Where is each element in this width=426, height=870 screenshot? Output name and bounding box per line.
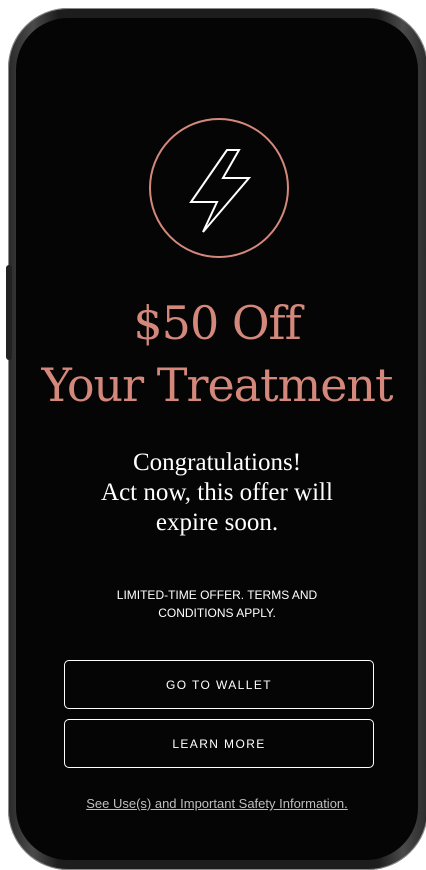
phone-side-button: [6, 265, 12, 360]
learn-more-button[interactable]: LEARN MORE: [64, 719, 374, 768]
app-screen: $50 Off Your Treatment Congratulations! …: [16, 18, 418, 860]
safety-information-link[interactable]: See Use(s) and Important Safety Informat…: [36, 796, 398, 811]
offer-expiry-text: expire soon.: [155, 509, 279, 536]
go-to-wallet-button[interactable]: GO TO WALLET: [64, 660, 374, 709]
offer-badge: [149, 118, 289, 258]
congratulations-text: Congratulations!: [132, 449, 302, 476]
learn-more-label: LEARN MORE: [172, 736, 266, 751]
lightning-bolt-icon: [189, 149, 252, 233]
offer-headline-amount: $50 Off: [133, 296, 301, 350]
offer-urgency-text: Act now, this offer will: [101, 479, 333, 506]
offer-headline-subject: Your Treatment: [41, 358, 393, 412]
terms-text-line2: CONDITIONS APPLY.: [158, 606, 276, 620]
go-to-wallet-label: GO TO WALLET: [166, 677, 272, 692]
terms-text-line1: LIMITED-TIME OFFER. TERMS AND: [116, 588, 318, 602]
